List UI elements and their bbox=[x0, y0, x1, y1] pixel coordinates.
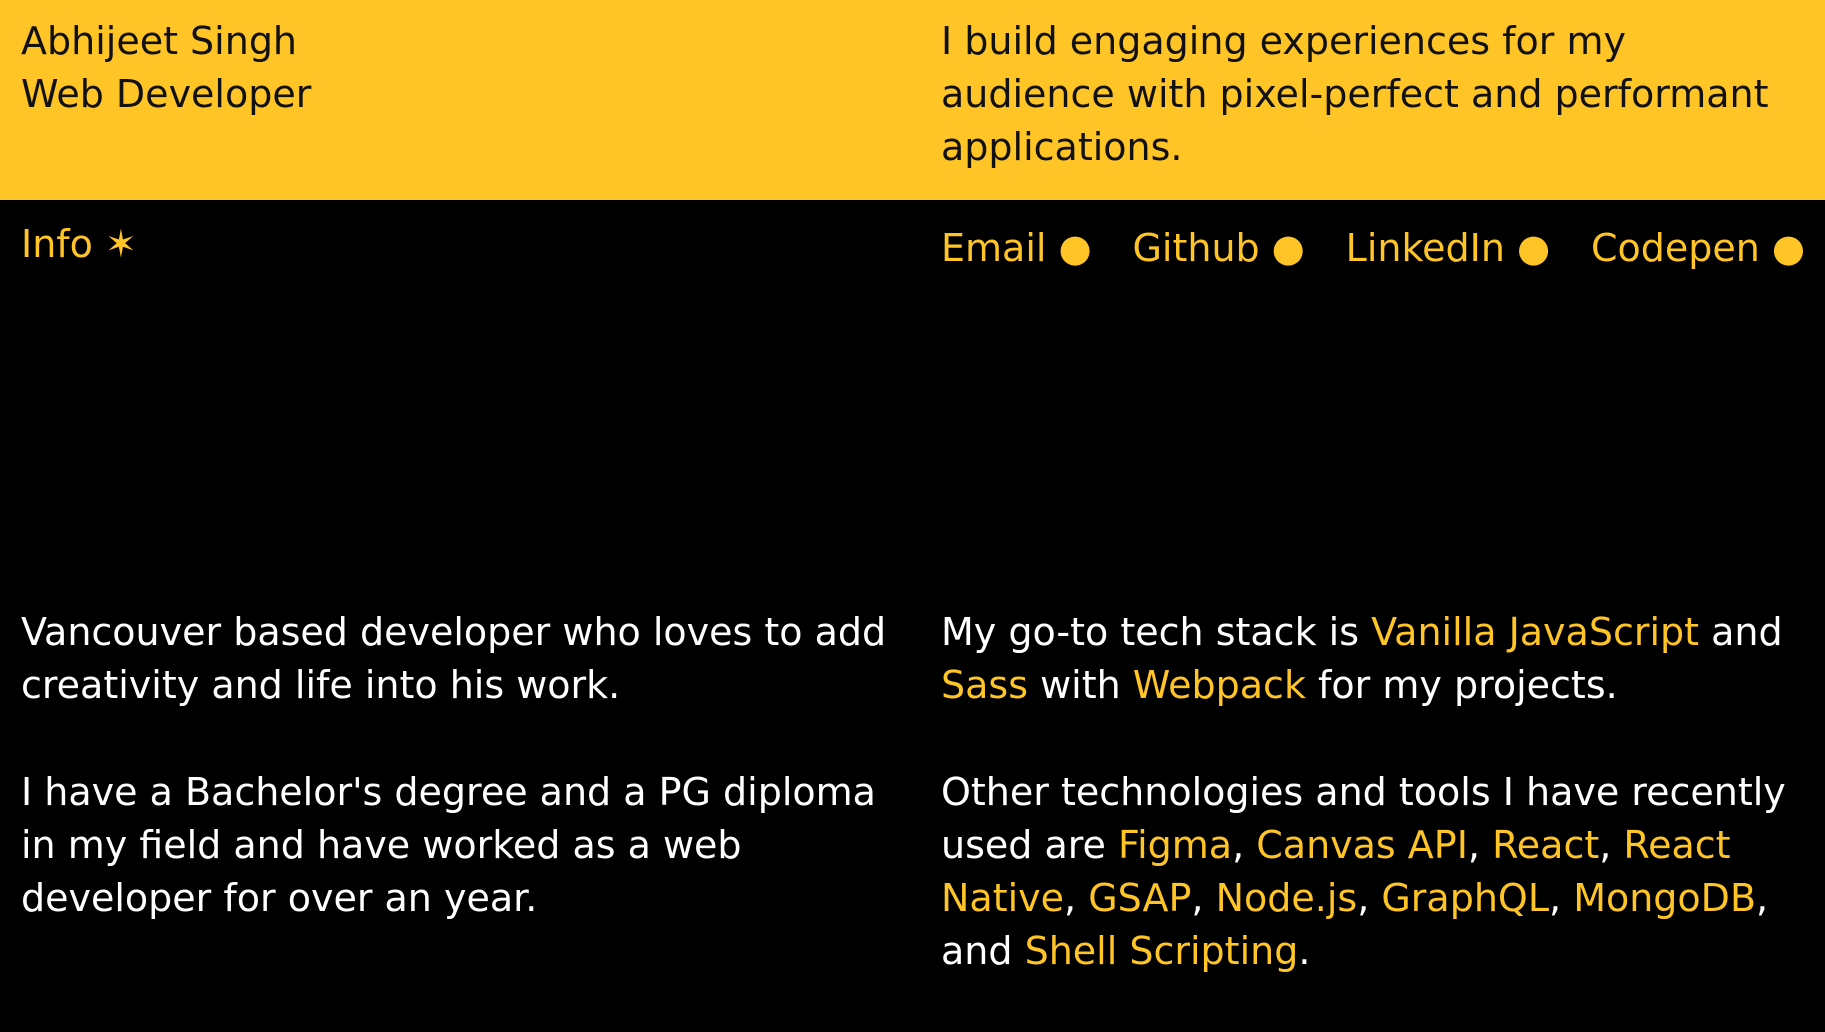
tech-stack-paragraph: My go-to tech stack is Vanilla JavaScrip… bbox=[941, 610, 1783, 707]
tech-sass: Sass bbox=[941, 663, 1029, 707]
email-link[interactable]: Email ● bbox=[941, 222, 1092, 275]
tool-nodejs: Node.js bbox=[1215, 876, 1358, 920]
social-links: Email ● Github ● LinkedIn ● Codepen ● bbox=[941, 222, 1805, 275]
bullet-icon: ● bbox=[1771, 226, 1805, 270]
other-tools-paragraph: Other technologies and tools I have rece… bbox=[941, 770, 1786, 973]
bullet-icon: ● bbox=[1271, 226, 1305, 270]
header: Abhijeet Singh Web Developer I build eng… bbox=[0, 0, 1825, 200]
info-text: Info bbox=[21, 222, 93, 266]
about-column: Vancouver based developer who loves to a… bbox=[21, 606, 901, 979]
tagline: I build engaging experiences for my audi… bbox=[941, 19, 1769, 169]
tool-mongodb: MongoDB bbox=[1573, 876, 1757, 920]
tech-vanilla-js: Vanilla JavaScript bbox=[1371, 610, 1700, 654]
bullet-icon: ● bbox=[1058, 226, 1092, 270]
tool-react: React bbox=[1492, 823, 1600, 867]
linkedin-link[interactable]: LinkedIn ● bbox=[1346, 222, 1550, 275]
tool-shell-scripting: Shell Scripting bbox=[1024, 929, 1299, 973]
author-name: Abhijeet Singh bbox=[21, 19, 298, 63]
about-paragraph-1: Vancouver based developer who loves to a… bbox=[21, 610, 887, 707]
six-pointed-star-icon: ✶ bbox=[105, 222, 137, 266]
bullet-icon: ● bbox=[1516, 226, 1551, 270]
info-label: Info ✶ bbox=[21, 218, 137, 271]
tool-figma: Figma bbox=[1118, 823, 1233, 867]
tool-graphql: GraphQL bbox=[1381, 876, 1550, 920]
tool-gsap: GSAP bbox=[1088, 876, 1192, 920]
tool-canvas-api: Canvas API bbox=[1256, 823, 1468, 867]
tech-webpack: Webpack bbox=[1132, 663, 1306, 707]
github-link[interactable]: Github ● bbox=[1132, 222, 1304, 275]
about-paragraph-2: I have a Bachelor's degree and a PG dipl… bbox=[21, 770, 876, 920]
codepen-link[interactable]: Codepen ● bbox=[1591, 222, 1805, 275]
author-role: Web Developer bbox=[21, 72, 312, 116]
tech-column: My go-to tech stack is Vanilla JavaScrip… bbox=[941, 606, 1811, 1032]
header-identity: Abhijeet Singh Web Developer bbox=[21, 15, 311, 121]
